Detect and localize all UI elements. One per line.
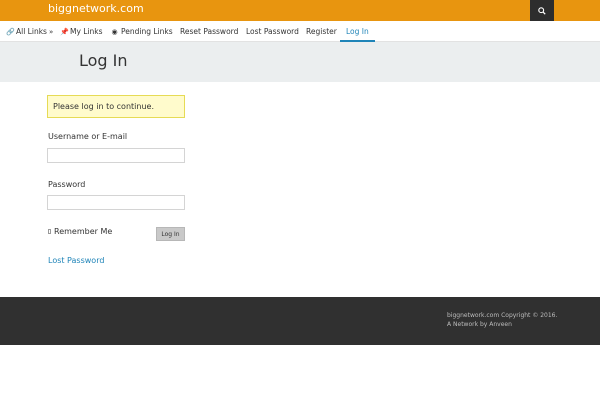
- nav-item-log-in[interactable]: Log In: [340, 21, 375, 42]
- main-nav: 🔗All Links» 📌My Links ◉ Pending Links Res…: [0, 21, 600, 42]
- nav-item-all-links[interactable]: 🔗All Links»: [6, 21, 53, 42]
- nav-item-pending-links[interactable]: ◉ Pending Links: [111, 21, 172, 42]
- remember-me-checkbox[interactable]: [48, 229, 51, 234]
- search-button[interactable]: [530, 0, 554, 21]
- network-credit: A Network by Anveen: [447, 321, 512, 328]
- remember-me-label: Remember Me: [54, 227, 113, 236]
- login-button[interactable]: Log In: [156, 227, 185, 241]
- link-icon: 🔗: [6, 28, 15, 36]
- username-label: Username or E-mail: [48, 132, 128, 141]
- login-notice: Please log in to continue.: [47, 95, 185, 118]
- site-name[interactable]: biggnetwork.com: [48, 2, 144, 15]
- eye-icon: ◉: [111, 28, 118, 36]
- copyright-line: biggnetwork.com Copyright © 2016.: [447, 312, 558, 319]
- chevron-right-icon: »: [48, 28, 54, 36]
- page-title: Log In: [79, 51, 128, 70]
- footer-copyright: biggnetwork.com Copyright © 2016. A Netw…: [447, 311, 557, 329]
- nav-item-lost-password[interactable]: Lost Password: [246, 21, 299, 42]
- pin-icon: 📌: [60, 28, 69, 36]
- remember-me[interactable]: Remember Me: [48, 227, 112, 236]
- username-input[interactable]: [47, 148, 185, 163]
- nav-item-reset-password[interactable]: Reset Password: [180, 21, 238, 42]
- search-icon: [538, 6, 546, 15]
- lost-password-link[interactable]: Lost Password: [48, 256, 104, 265]
- nav-item-my-links[interactable]: 📌My Links: [60, 21, 103, 42]
- footer: biggnetwork.com Copyright © 2016. A Netw…: [0, 297, 600, 345]
- password-label: Password: [48, 180, 86, 189]
- top-bar: biggnetwork.com: [0, 0, 600, 21]
- page-header: Log In: [0, 42, 600, 82]
- password-input[interactable]: [47, 195, 185, 210]
- nav-item-register[interactable]: Register: [306, 21, 337, 42]
